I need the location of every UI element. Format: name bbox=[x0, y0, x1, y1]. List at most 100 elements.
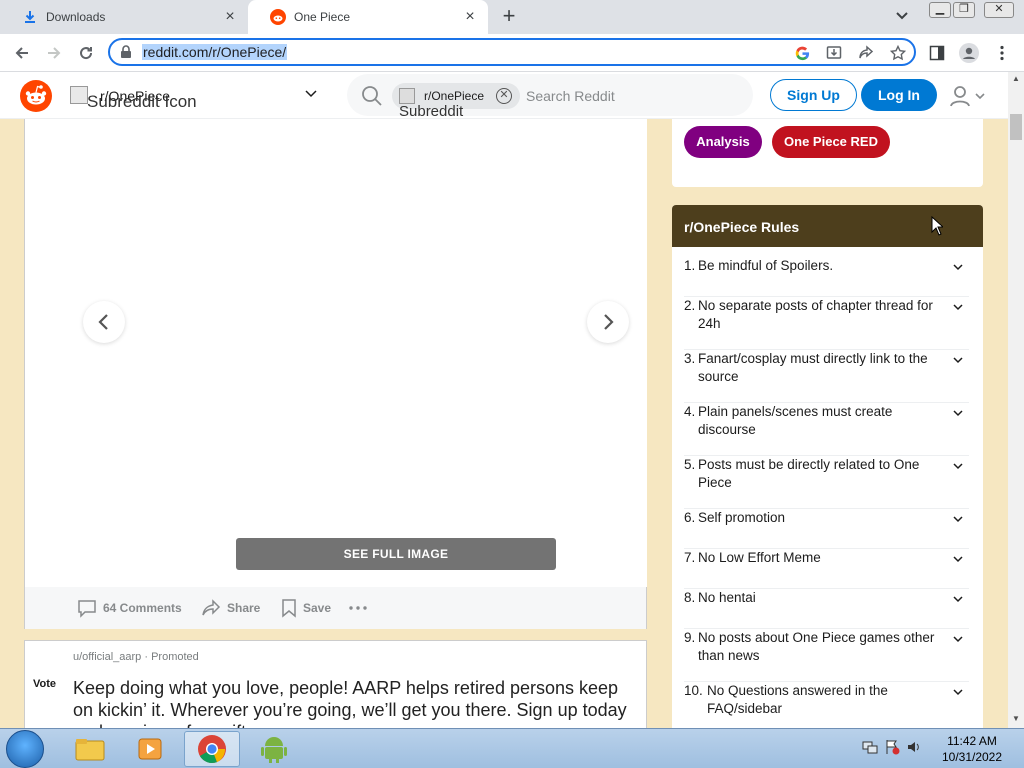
start-button-icon[interactable] bbox=[6, 730, 44, 768]
flair-label: One Piece RED bbox=[784, 134, 878, 149]
tab-one-piece[interactable]: One Piece × bbox=[248, 0, 488, 34]
rule-text: No Low Effort Meme bbox=[698, 550, 821, 565]
volume-icon[interactable] bbox=[906, 739, 922, 758]
bookmark-star-icon[interactable] bbox=[890, 45, 906, 61]
back-button[interactable] bbox=[10, 41, 34, 65]
forward-button[interactable] bbox=[42, 41, 66, 65]
vote-label[interactable]: Vote bbox=[33, 678, 56, 690]
chevron-down-icon[interactable] bbox=[952, 685, 964, 703]
chevron-down-icon[interactable] bbox=[952, 300, 964, 318]
log-in-button[interactable]: Log In bbox=[861, 79, 937, 111]
rule-item[interactable]: 2. No separate posts of chapter thread fo… bbox=[684, 297, 969, 350]
post-image-area[interactable]: SEE FULL IMAGE bbox=[65, 119, 647, 587]
url-text[interactable]: reddit.com/r/OnePiece/ bbox=[142, 44, 288, 60]
carousel-prev-button[interactable] bbox=[83, 301, 125, 343]
rule-number: 5. bbox=[684, 457, 696, 472]
rule-item[interactable]: 5. Posts must be directly related to One … bbox=[684, 456, 969, 509]
rule-item[interactable]: 8. No hentai bbox=[684, 589, 969, 629]
action-center-flag-icon[interactable] bbox=[884, 739, 900, 758]
scroll-up-arrow-icon[interactable]: ▲ bbox=[1012, 74, 1020, 83]
reload-button[interactable] bbox=[74, 41, 98, 65]
post-card[interactable]: SEE FULL IMAGE 64 Comments Share Save bbox=[24, 119, 647, 629]
rule-item[interactable]: 7. No Low Effort Meme bbox=[684, 549, 969, 589]
rule-item[interactable]: 9. No posts about One Piece games other t… bbox=[684, 629, 969, 682]
reddit-logo-icon[interactable] bbox=[20, 80, 52, 112]
community-selector[interactable]: r/OnePiece Subreddit Icon bbox=[70, 84, 325, 111]
scrollbar-thumb[interactable] bbox=[1010, 114, 1022, 140]
google-icon[interactable] bbox=[794, 45, 810, 61]
chip-label: r/OnePiece bbox=[424, 89, 485, 103]
chip-close-icon[interactable]: ✕ bbox=[496, 88, 512, 104]
taskbar-clock[interactable]: 11:42 AM 10/31/2022 bbox=[930, 733, 1014, 765]
more-options-icon[interactable] bbox=[349, 598, 373, 618]
chevron-down-icon[interactable] bbox=[952, 632, 964, 650]
save-button[interactable]: Save bbox=[281, 598, 331, 618]
see-full-image-button[interactable]: SEE FULL IMAGE bbox=[236, 538, 556, 570]
carousel-next-button[interactable] bbox=[587, 301, 629, 343]
tab-downloads[interactable]: Downloads × bbox=[0, 0, 248, 34]
promo-author[interactable]: u/official_aarp bbox=[73, 651, 141, 663]
flair-one-piece-red[interactable]: One Piece RED bbox=[772, 126, 890, 158]
chevron-down-icon[interactable] bbox=[952, 459, 964, 477]
clock-time: 11:42 AM bbox=[947, 734, 997, 748]
windows-taskbar: 11:42 AM 10/31/2022 bbox=[0, 728, 1024, 768]
share-button[interactable]: Share bbox=[201, 598, 260, 618]
comment-icon bbox=[78, 600, 96, 618]
rule-number: 9. bbox=[684, 630, 696, 645]
comments-button[interactable]: 64 Comments bbox=[77, 598, 182, 618]
install-app-icon[interactable] bbox=[826, 45, 842, 61]
save-label: Save bbox=[303, 601, 332, 615]
file-explorer-icon[interactable] bbox=[62, 731, 118, 767]
promoted-post[interactable]: Vote u/official_aarp · Promoted Keep doi… bbox=[24, 640, 647, 728]
restore-button[interactable]: ❐ bbox=[953, 2, 975, 18]
lock-icon[interactable] bbox=[120, 45, 132, 62]
promo-headline[interactable]: Keep doing what you love, people! AARP h… bbox=[73, 677, 638, 728]
rule-text: Plain panels/scenes must create discours… bbox=[698, 404, 893, 437]
chevron-down-icon[interactable] bbox=[952, 512, 964, 530]
chevron-down-icon[interactable] bbox=[952, 406, 964, 424]
rule-item[interactable]: 1. Be mindful of Spoilers. bbox=[684, 257, 969, 297]
sign-up-button[interactable]: Sign Up bbox=[770, 79, 857, 111]
address-bar[interactable]: reddit.com/r/OnePiece/ bbox=[108, 38, 916, 66]
rule-item[interactable]: 4. Plain panels/scenes must create discou… bbox=[684, 403, 969, 456]
promo-meta: u/official_aarp · Promoted bbox=[73, 651, 199, 663]
tab-search-chevron-icon[interactable] bbox=[895, 8, 915, 26]
scroll-down-arrow-icon[interactable]: ▼ bbox=[1012, 714, 1020, 723]
minimize-button[interactable]: ▁ bbox=[929, 2, 951, 18]
vertical-scrollbar[interactable]: ▲ ▼ bbox=[1008, 72, 1024, 728]
chrome-taskbar-icon[interactable] bbox=[184, 731, 240, 767]
rule-text: Self promotion bbox=[698, 510, 786, 525]
chevron-down-icon[interactable] bbox=[952, 353, 964, 371]
profile-icon[interactable] bbox=[959, 43, 979, 63]
rule-text: No posts about One Piece games other tha… bbox=[698, 630, 935, 663]
rule-item[interactable]: 10. No Questions answered in the FAQ/side… bbox=[684, 682, 969, 728]
search-bar[interactable]: r/OnePiece Subreddit Icon ✕ Search Reddi… bbox=[347, 74, 753, 136]
search-icon bbox=[361, 85, 383, 110]
page-content: SEE FULL IMAGE 64 Comments Share Save Vo… bbox=[0, 119, 1008, 728]
chevron-down-icon[interactable] bbox=[952, 552, 964, 570]
share-icon[interactable] bbox=[858, 45, 874, 61]
broken-image-icon bbox=[70, 86, 88, 104]
chevron-down-icon[interactable] bbox=[952, 260, 964, 278]
tab-strip: Downloads × One Piece × + ▁ ❐ ✕ bbox=[0, 0, 1024, 34]
rule-item[interactable]: 6. Self promotion bbox=[684, 509, 969, 549]
flair-card: Analysis One Piece RED bbox=[672, 119, 983, 187]
side-panel-icon[interactable] bbox=[927, 43, 947, 63]
media-player-icon[interactable] bbox=[122, 731, 178, 767]
android-icon[interactable] bbox=[246, 731, 302, 767]
rule-text: Posts must be directly related to One Pi… bbox=[698, 457, 920, 490]
user-menu-button[interactable] bbox=[948, 84, 990, 108]
tab-title: One Piece bbox=[294, 10, 351, 24]
search-input[interactable]: Search Reddit bbox=[526, 88, 615, 104]
rule-item[interactable]: 3. Fanart/cosplay must directly link to t… bbox=[684, 350, 969, 403]
network-icon[interactable] bbox=[862, 739, 878, 758]
chevron-down-icon[interactable] bbox=[952, 592, 964, 610]
new-tab-button[interactable]: + bbox=[498, 5, 520, 28]
window-close-button[interactable]: ✕ bbox=[984, 2, 1014, 18]
rule-text: No separate posts of chapter thread for … bbox=[698, 298, 933, 331]
more-menu-icon[interactable] bbox=[992, 43, 1012, 63]
close-icon[interactable]: × bbox=[462, 9, 478, 25]
search-community-chip[interactable]: r/OnePiece Subreddit Icon ✕ bbox=[392, 83, 520, 136]
close-icon[interactable]: × bbox=[222, 9, 238, 25]
flair-analysis[interactable]: Analysis bbox=[684, 126, 762, 158]
